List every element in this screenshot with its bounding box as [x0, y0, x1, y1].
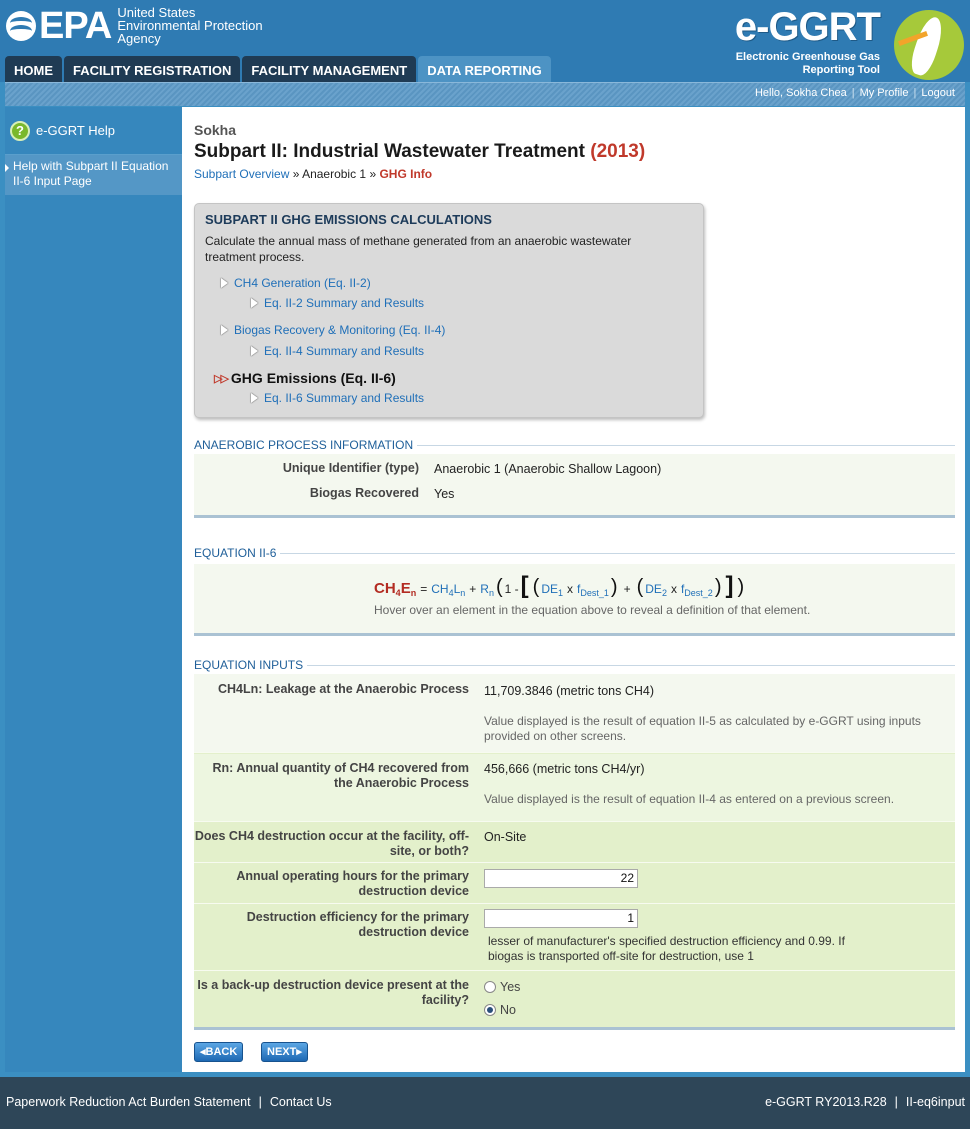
triangle-right-icon — [251, 346, 258, 356]
destruction-location-label: Does CH4 destruction occur at the facili… — [194, 829, 469, 858]
page-title: Subpart II: Industrial Wastewater Treatm… — [194, 141, 646, 162]
eggrt-logo-title: e-GGRT — [734, 5, 881, 49]
my-profile-link[interactable]: My Profile — [860, 87, 909, 99]
unique-id-value: Anaerobic 1 (Anaerobic Shallow Lagoon) — [434, 462, 662, 476]
eq-term-ch4e[interactable]: CH4En — [374, 580, 416, 598]
paperwork-link[interactable]: Paperwork Reduction Act Burden Statement — [6, 1095, 251, 1109]
destruction-efficiency-help: lesser of manufacturer's specified destr… — [488, 934, 845, 963]
backup-device-label: Is a back-up destruction device present … — [197, 978, 469, 1007]
breadcrumb-anaerobic: Anaerobic 1 — [302, 167, 367, 181]
radio-checked-icon — [484, 1004, 496, 1016]
biogas-recovered-value: Yes — [434, 487, 455, 501]
process-info-heading: ANAEROBIC PROCESS INFORMATION — [194, 438, 955, 452]
triangle-right-icon — [221, 325, 228, 335]
operating-hours-input[interactable]: 22 — [484, 869, 638, 888]
epa-logo-text: EPA — [39, 5, 112, 47]
input-row-ch4l: CH4Ln: Leakage at the Anaerobic Process … — [194, 674, 955, 753]
equation-heading: EQUATION II-6 — [194, 546, 955, 560]
breadcrumb-current: GHG Info — [379, 167, 433, 181]
epa-agency-name: United States Environmental Protection A… — [117, 4, 263, 46]
main-nav: HOME FACILITY REGISTRATION FACILITY MANA… — [5, 56, 553, 83]
eq-term-ch4l[interactable]: CH4Ln — [431, 582, 465, 598]
input-row-backup: Is a back-up destruction device present … — [194, 972, 955, 1030]
destruction-efficiency-label: Destruction efficiency for the primary d… — [246, 910, 469, 939]
input-row-destruction: Does CH4 destruction occur at the facili… — [194, 823, 955, 863]
input-row-rn: Rn: Annual quantity of CH4 recovered fro… — [194, 754, 955, 822]
eq-term-de1[interactable]: DE1 — [541, 582, 563, 598]
tab-home[interactable]: HOME — [5, 56, 62, 83]
facility-name: Sokha — [194, 122, 237, 138]
eq-term-fdest2[interactable]: fDest_2 — [681, 582, 713, 598]
link-eq-ii2-summary[interactable]: Eq. II-2 Summary and Results — [251, 296, 424, 310]
footer: Paperwork Reduction Act Burden Statement… — [0, 1077, 970, 1129]
inputs-heading: EQUATION INPUTS — [194, 658, 955, 672]
tab-facility-registration[interactable]: FACILITY REGISTRATION — [64, 56, 241, 83]
triangle-right-icon — [221, 278, 228, 288]
help-icon: ? — [10, 120, 30, 141]
page-id-text: II-eq6input — [905, 1095, 965, 1109]
input-row-efficiency: Destruction efficiency for the primary d… — [194, 905, 955, 971]
biogas-recovered-label: Biogas Recovered — [309, 486, 419, 500]
inputs-block: CH4Ln: Leakage at the Anaerobic Process … — [194, 674, 955, 1030]
eq-term-de2[interactable]: DE2 — [645, 582, 667, 598]
logout-link[interactable]: Logout — [921, 87, 955, 99]
tab-data-reporting[interactable]: DATA REPORTING — [418, 56, 551, 83]
eq-term-rn[interactable]: Rn — [480, 582, 494, 598]
ch4l-label: CH4Ln: Leakage at the Anaerobic Process — [217, 682, 469, 696]
version-text: e-GGRT RY2013.R28 — [765, 1095, 887, 1109]
rn-value: 456,666 (metric tons CH4/yr) — [484, 762, 645, 776]
user-greeting: Hello, Sokha Chea — [754, 87, 847, 99]
epa-logo[interactable]: EPA United States Environmental Protecti… — [6, 6, 263, 46]
help-title: e-GGRT Help — [36, 123, 115, 138]
user-bar: Hello, Sokha Chea | My Profile | Logout — [5, 82, 965, 106]
calculations-description: Calculate the annual mass of methane gen… — [205, 234, 632, 264]
tab-facility-management[interactable]: FACILITY MANAGEMENT — [242, 56, 417, 83]
calculations-title: SUBPART II GHG EMISSIONS CALCULATIONS — [205, 212, 492, 227]
eq-term-fdest1[interactable]: fDest_1 — [577, 582, 609, 598]
next-arrow-icon: ▸ — [296, 1046, 302, 1058]
link-eq-ii6-summary[interactable]: Eq. II-6 Summary and Results — [251, 391, 424, 405]
equation-block: CH4En = CH4Ln + Rn ( 1 - [ ( DE1 x fDest… — [194, 564, 955, 636]
next-button[interactable]: NEXT▸ — [261, 1042, 308, 1062]
contact-us-link[interactable]: Contact Us — [270, 1095, 332, 1109]
process-info-block: Unique Identifier (type) Anaerobic 1 (An… — [194, 454, 955, 518]
back-button[interactable]: ◂BACK — [194, 1042, 244, 1062]
radio-unchecked-icon — [484, 981, 496, 993]
rn-help: Value displayed is the result of equatio… — [484, 792, 895, 806]
triangle-right-icon — [251, 393, 258, 403]
eggrt-logo-subtitle: Electronic Greenhouse Gas Reporting Tool — [735, 51, 880, 76]
help-sidebar: ? e-GGRT Help Help with Subpart II Equat… — [5, 107, 182, 1072]
egret-logo-icon — [894, 10, 964, 80]
destruction-efficiency-input[interactable]: 1 — [484, 909, 638, 928]
unique-id-label: Unique Identifier (type) — [282, 461, 419, 475]
link-eq-ii4-summary[interactable]: Eq. II-4 Summary and Results — [251, 344, 424, 358]
equation-hint: Hover over an element in the equation ab… — [374, 603, 811, 617]
help-header[interactable]: ? e-GGRT Help — [5, 107, 182, 155]
calculations-box: SUBPART II GHG EMISSIONS CALCULATIONS Ca… — [194, 203, 704, 418]
breadcrumb: Subpart Overview » Anaerobic 1 » GHG Inf… — [194, 167, 433, 181]
link-ch4-generation[interactable]: CH4 Generation (Eq. II-2) — [221, 276, 371, 290]
main-content: Sokha Subpart II: Industrial Wastewater … — [182, 107, 965, 1072]
destruction-location-value: On-Site — [484, 830, 527, 844]
equation-ii6: CH4En = CH4Ln + Rn ( 1 - [ ( DE1 x fDest… — [374, 572, 745, 599]
reporting-year: (2013) — [590, 141, 646, 162]
input-row-hours: Annual operating hours for the primary d… — [194, 864, 955, 904]
rn-label: Rn: Annual quantity of CH4 recovered fro… — [212, 761, 469, 790]
backup-no-radio[interactable]: No — [484, 1003, 516, 1017]
triangle-right-icon — [251, 298, 258, 308]
current-step-ghg-emissions: ▷▷ GHG Emissions (Eq. II-6) — [214, 370, 396, 386]
link-biogas-recovery[interactable]: Biogas Recovery & Monitoring (Eq. II-4) — [221, 323, 445, 337]
eggrt-logo[interactable]: e-GGRT Electronic Greenhouse Gas Reporti… — [734, 5, 964, 80]
breadcrumb-subpart-overview[interactable]: Subpart Overview — [194, 167, 289, 181]
ch4l-value: 11,709.3846 (metric tons CH4) — [484, 684, 655, 698]
help-page-link[interactable]: Help with Subpart II Equation II-6 Input… — [5, 155, 182, 195]
current-step-icon: ▷▷ — [214, 372, 229, 385]
operating-hours-label: Annual operating hours for the primary d… — [236, 869, 469, 898]
epa-globe-icon — [6, 11, 36, 41]
ch4l-help: Value displayed is the result of equatio… — [484, 714, 921, 743]
header: EPA United States Environmental Protecti… — [0, 0, 970, 83]
backup-yes-radio[interactable]: Yes — [484, 980, 520, 994]
